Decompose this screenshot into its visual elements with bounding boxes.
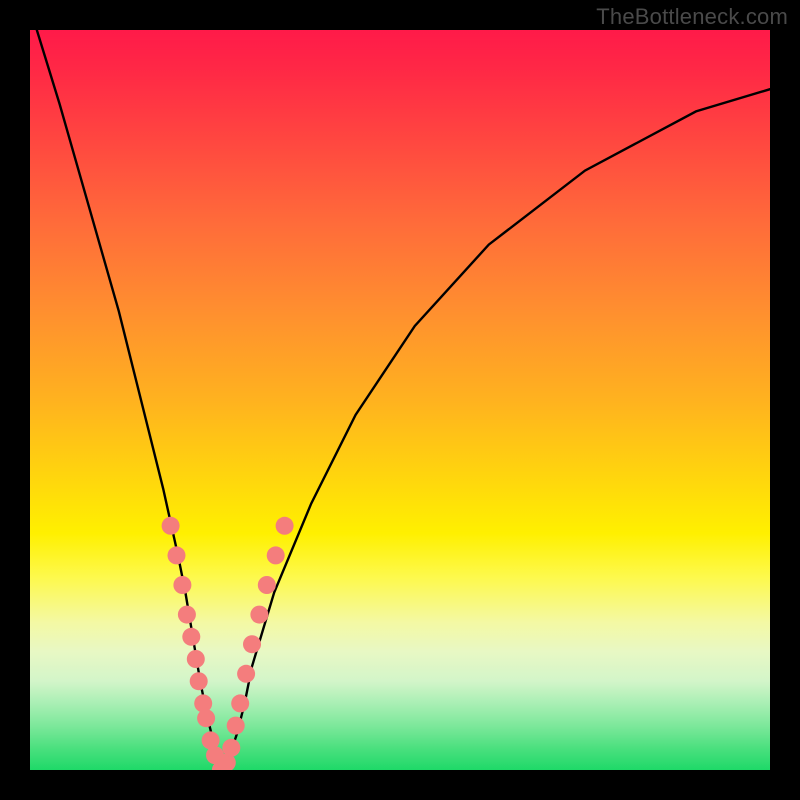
marker-dot	[231, 694, 249, 712]
marker-dot	[197, 709, 215, 727]
marker-dot	[182, 628, 200, 646]
marker-dot	[190, 672, 208, 690]
watermark-text: TheBottleneck.com	[596, 4, 788, 30]
marker-dot	[237, 665, 255, 683]
plot-area	[30, 30, 770, 770]
marker-dot	[168, 546, 186, 564]
chart-frame: TheBottleneck.com	[0, 0, 800, 800]
marker-dot	[227, 717, 245, 735]
marker-dot	[178, 606, 196, 624]
marker-dot	[250, 606, 268, 624]
marker-dot	[162, 517, 180, 535]
highlight-dots	[162, 517, 294, 770]
marker-dot	[222, 739, 240, 757]
bottleneck-curve	[30, 30, 770, 770]
chart-svg	[30, 30, 770, 770]
marker-dot	[267, 546, 285, 564]
marker-dot	[243, 635, 261, 653]
marker-dot	[258, 576, 276, 594]
marker-dot	[276, 517, 294, 535]
marker-dot	[187, 650, 205, 668]
marker-dot	[173, 576, 191, 594]
